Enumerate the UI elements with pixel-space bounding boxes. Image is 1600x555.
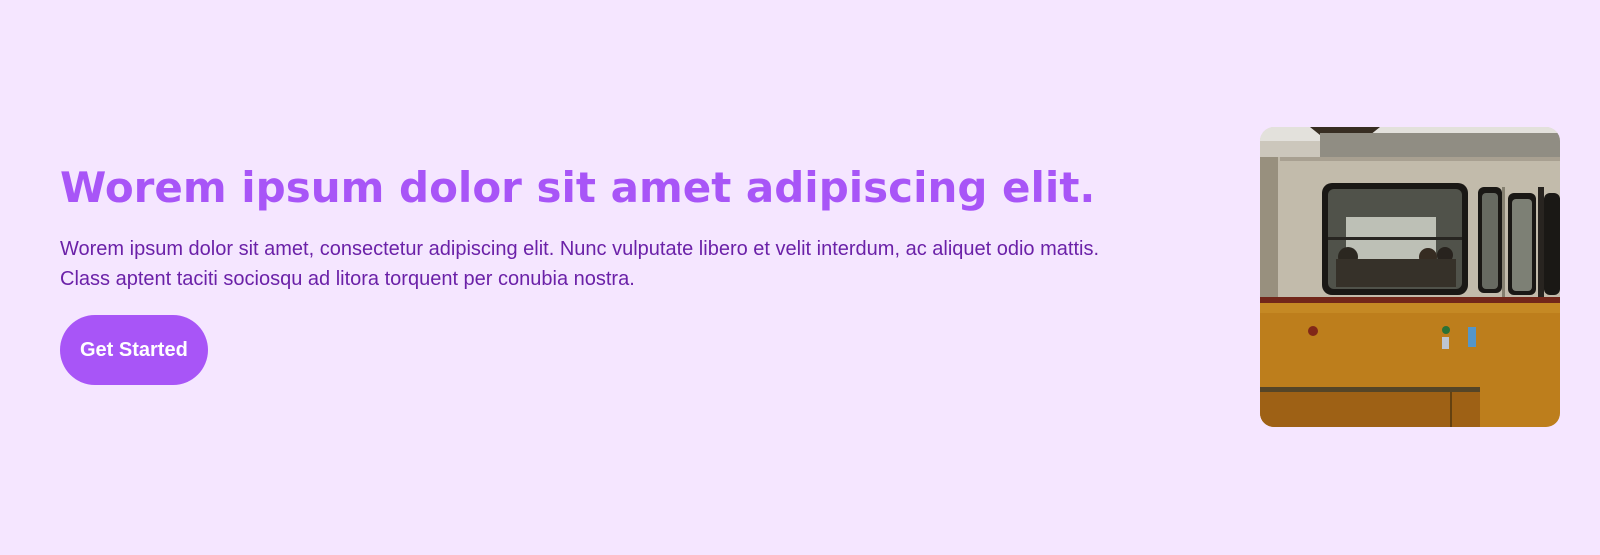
hero-section: Worem ipsum dolor sit amet adipiscing el… — [0, 0, 1600, 555]
tram-illustration — [1260, 127, 1560, 427]
get-started-button[interactable]: Get Started — [60, 315, 208, 385]
hero-text-block: Worem ipsum dolor sit amet adipiscing el… — [60, 160, 1180, 385]
hero-image-tram — [1260, 127, 1560, 427]
hero-description: Worem ipsum dolor sit amet, consectetur … — [60, 238, 1100, 290]
hero-title: Worem ipsum dolor sit amet adipiscing el… — [60, 163, 1096, 212]
